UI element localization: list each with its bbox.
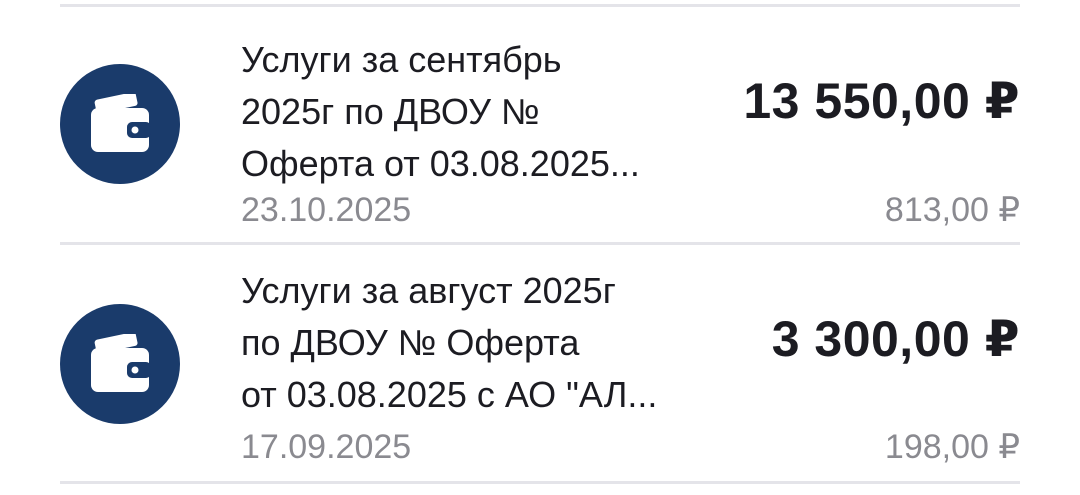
wallet-icon bbox=[91, 94, 151, 152]
transaction-date: 23.10.2025 bbox=[241, 191, 412, 229]
transactions-list: Услуги за сентябрь 2025г по ДВОУ № Оферт… bbox=[0, 0, 1080, 495]
wallet-icon bbox=[91, 334, 151, 392]
transaction-amount: 13 550,00 ₽ bbox=[743, 73, 1020, 129]
transaction-avatar bbox=[60, 64, 180, 184]
transaction-row[interactable]: Услуги за август 2025г по ДВОУ № Оферта … bbox=[0, 245, 1080, 481]
transaction-avatar bbox=[60, 304, 180, 424]
divider bbox=[60, 481, 1020, 484]
transaction-title: Услуги за сентябрь 2025г по ДВОУ № Оферт… bbox=[241, 39, 640, 184]
transaction-row[interactable]: Услуги за сентябрь 2025г по ДВОУ № Оферт… bbox=[0, 7, 1080, 243]
transaction-sub-amount: 198,00 ₽ bbox=[884, 428, 1020, 466]
transaction-sub-amount: 813,00 ₽ bbox=[884, 191, 1020, 229]
transaction-date: 17.09.2025 bbox=[241, 428, 412, 466]
transaction-amount: 3 300,00 ₽ bbox=[771, 311, 1020, 367]
transaction-title: Услуги за август 2025г по ДВОУ № Оферта … bbox=[241, 270, 658, 415]
